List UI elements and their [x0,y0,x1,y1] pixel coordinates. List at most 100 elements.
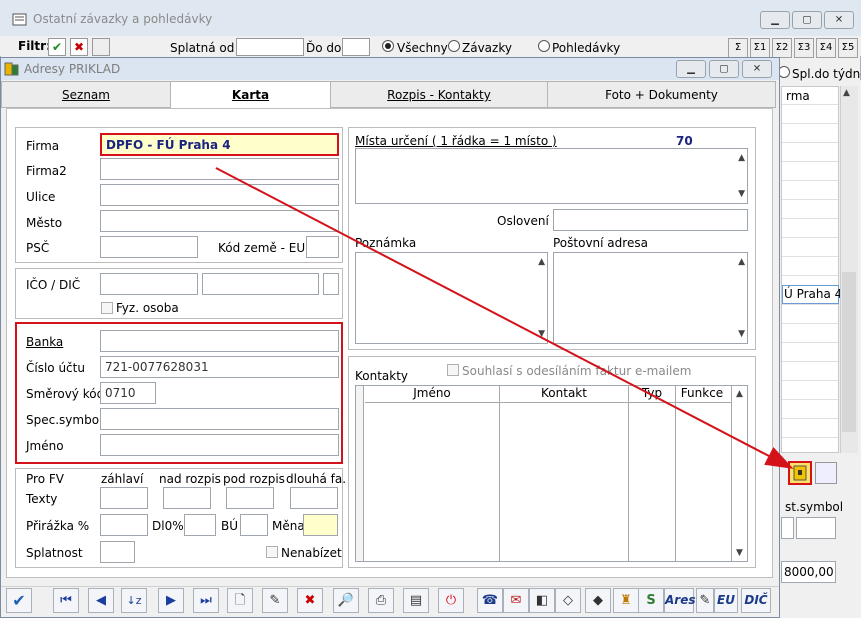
mista-textarea[interactable]: ▲ ▼ [355,148,748,204]
splatnost-input[interactable] [100,541,135,563]
mesto-input[interactable] [100,210,339,232]
s-logo-icon[interactable]: S [638,588,664,613]
tab-rozpis-kontakty[interactable]: Rozpis - Kontakty [330,81,548,108]
print-icon[interactable]: ⎙ [368,588,394,613]
kontakty-label: Kontakty [355,369,409,383]
scroll-up-icon[interactable]: ▲ [736,389,743,399]
scroll-down-icon[interactable]: ▼ [538,329,545,339]
edit-icon[interactable]: ✎ [262,588,288,613]
contacts-col-typ[interactable]: Typ [629,386,675,402]
filter-cancel-icon[interactable]: ✖ [70,38,88,56]
address-book-icon[interactable] [788,461,812,485]
psc-input[interactable] [100,236,198,258]
ico-input[interactable] [100,273,198,295]
sigma5-button[interactable]: Σ5 [838,38,858,58]
spec-symbol-input[interactable] [100,408,339,430]
sort-icon[interactable]: ↓z [121,588,147,613]
texty-pod-rozpis-input[interactable] [226,487,274,509]
phone-icon[interactable]: ☎ [477,588,503,613]
search-records-icon[interactable]: 🔎 [333,588,359,613]
scroll-up-icon[interactable]: ▲ [843,88,850,98]
mail-icon[interactable]: ✉ [503,588,529,613]
contacts-col-divider [675,386,676,561]
ulice-input[interactable] [100,184,339,206]
tab-seznam[interactable]: Seznam [1,81,171,108]
scroll-up-icon[interactable]: ▲ [538,257,545,267]
web-icon[interactable]: ◧ [529,588,555,613]
sigma-button[interactable]: Σ [728,38,748,58]
bg-minimize-button[interactable]: ▁ [760,11,790,29]
prev-record-icon[interactable]: ◀ [88,588,114,613]
bottle-icon[interactable]: ♜ [613,588,639,613]
mena-input[interactable] [303,514,338,536]
dic-button[interactable]: DIČ [741,588,771,613]
dl0-input[interactable] [184,514,216,536]
dialog-close-button[interactable]: ✕ [742,60,772,78]
kod-zeme-input[interactable] [306,236,339,258]
ares-button[interactable]: Ares [664,588,696,613]
tab-foto-dokumenty[interactable]: Foto + Dokumenty [547,81,776,108]
firma2-input[interactable] [100,158,339,180]
sigma1-button[interactable]: Σ1 [750,38,770,58]
sigma2-button[interactable]: Σ2 [772,38,792,58]
first-record-icon[interactable]: ⏮ [53,588,79,613]
smerovy-kod-input[interactable]: 0710 [100,382,156,404]
note-icon[interactable]: ✎ [696,588,714,613]
contacts-col-funkce[interactable]: Funkce [676,386,728,402]
radio-zavazky[interactable] [448,40,460,52]
scanner-icon[interactable]: ▤ [403,588,429,613]
contacts-grid[interactable] [355,385,748,562]
eu-button[interactable]: EU [714,588,738,613]
dic-input[interactable] [202,273,319,295]
filter-check-icon[interactable]: ✔ [48,38,66,56]
contacts-col-jmeno[interactable]: Jméno [365,386,499,402]
dialog-maximize-button[interactable]: ▢ [709,60,739,78]
banka-input[interactable] [100,330,339,352]
texty-zahlavi-input[interactable] [100,487,148,509]
tab-karta[interactable]: Karta [170,81,331,109]
scroll-down-icon[interactable]: ▼ [736,548,743,558]
scroll-down-icon[interactable]: ▼ [738,329,745,339]
bg-close-button[interactable]: ✕ [824,11,854,29]
scroll-up-icon[interactable]: ▲ [738,257,745,267]
sigma3-button[interactable]: Σ3 [794,38,814,58]
dialog-minimize-button[interactable]: ▁ [676,60,706,78]
scroll-up-icon[interactable]: ▲ [738,153,745,163]
last-record-icon[interactable]: ⏭ [193,588,219,613]
new-document-icon[interactable]: 🗋 [227,588,253,613]
souhlas-checkbox[interactable] [447,364,459,376]
next-record-icon[interactable]: ▶ [158,588,184,613]
bg-maximize-button[interactable]: ▢ [792,11,822,29]
bg-spec-symbol-input[interactable] [796,517,836,539]
map-cz-icon[interactable]: ◇ [555,588,581,613]
texty-nad-rozpis-input[interactable] [163,487,211,509]
scroll-down-icon[interactable]: ▼ [738,189,745,199]
splatna-od-input[interactable] [236,38,304,56]
radio-vsechny[interactable] [382,40,394,52]
poznamka-textarea[interactable]: ▲ ▼ [355,252,548,344]
nenabizet-checkbox[interactable] [266,546,278,558]
texty-dlouha-fa-input[interactable] [290,487,338,509]
prirazka-input[interactable] [100,514,148,536]
dic-suffix-input[interactable] [323,273,339,295]
filter-eraser-icon[interactable] [92,38,110,56]
edit-doc-icon[interactable] [815,462,837,484]
cislo-uctu-input[interactable]: 721-0077628031 [100,356,339,378]
power-icon[interactable]: ⏻ [438,588,464,613]
osloveni-input[interactable] [553,209,748,231]
fyz-osoba-checkbox[interactable] [101,302,113,314]
delete-icon[interactable]: ✖ [297,588,323,613]
contacts-col-kontakt[interactable]: Kontakt [500,386,628,402]
radio-pohledavky[interactable] [538,40,550,52]
map-cz2-icon[interactable]: ◆ [585,588,611,613]
bank-jmeno-input[interactable] [100,434,339,456]
scroll-thumb[interactable] [842,272,856,432]
postovni-adresa-textarea[interactable]: ▲ ▼ [553,252,748,344]
mista-count: 70 [676,134,693,148]
bg-input-a[interactable] [781,517,794,539]
firma-input[interactable]: DPFO - FÚ Praha 4 [100,133,339,156]
bu-input[interactable] [240,514,268,536]
do-input[interactable] [342,38,370,56]
sigma4-button[interactable]: Σ4 [816,38,836,58]
check-icon[interactable]: ✔ [6,588,32,613]
